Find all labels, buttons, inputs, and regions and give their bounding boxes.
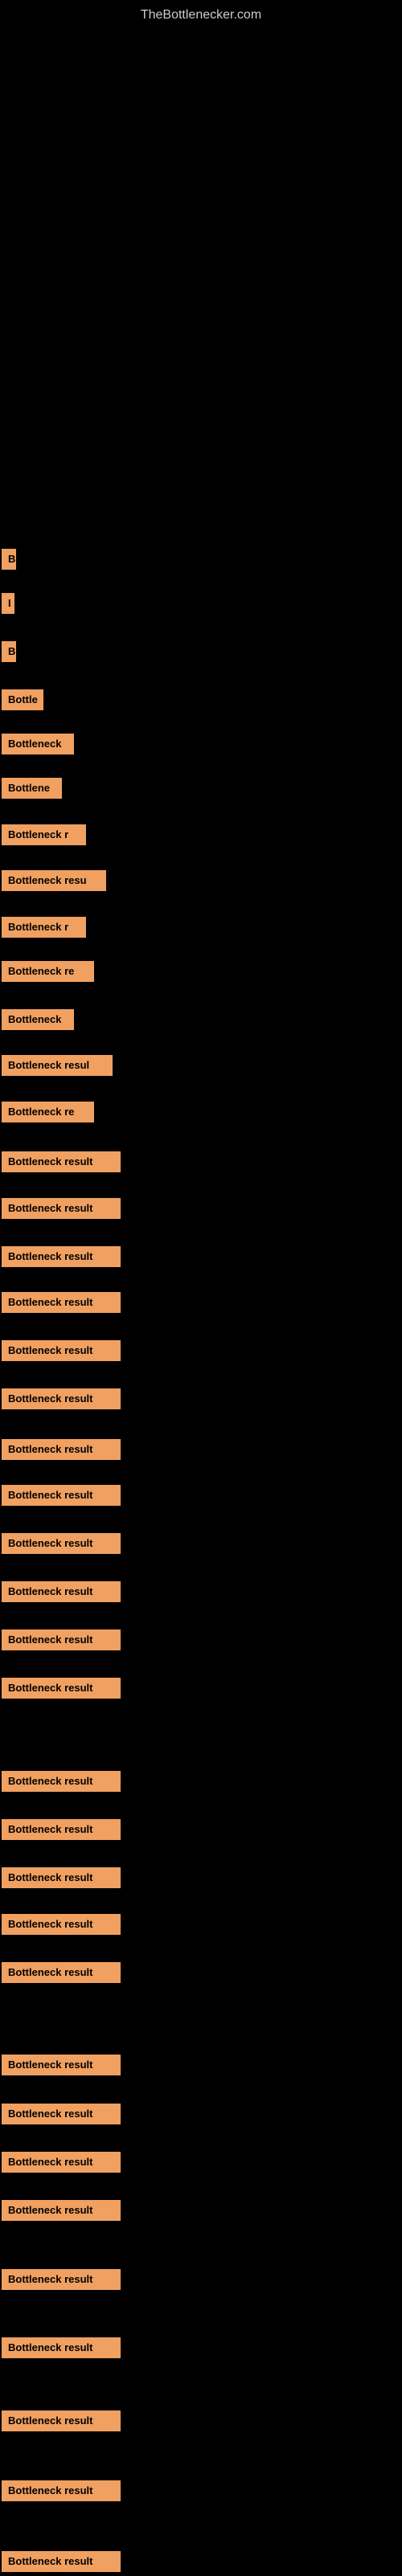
result-bar: Bottleneck r (2, 917, 86, 938)
result-bar-row: Bottleneck (2, 734, 74, 758)
result-bar-row: B (2, 641, 16, 666)
result-bar: Bottleneck result (2, 2055, 121, 2075)
result-bar: I (2, 593, 14, 614)
result-bar: Bottleneck result (2, 1962, 121, 1983)
result-bar-row: I (2, 593, 14, 618)
result-bar-row: Bottleneck resu (2, 870, 106, 895)
result-bar: Bottleneck result (2, 1678, 121, 1699)
result-bar: Bottleneck result (2, 1340, 121, 1361)
result-bar-row: Bottlene (2, 778, 62, 803)
result-bar-row: Bottleneck result (2, 1340, 121, 1365)
result-bar: Bottleneck result (2, 2410, 121, 2431)
result-bar: Bottleneck (2, 1009, 74, 1030)
result-bar: Bottleneck result (2, 1819, 121, 1840)
result-bar: Bottleneck result (2, 2480, 121, 2501)
result-bar-row: Bottleneck re (2, 1102, 94, 1126)
result-bar-row: Bottleneck result (2, 1629, 121, 1654)
result-bar-row: Bottleneck result (2, 1771, 121, 1796)
result-bar-row: Bottleneck result (2, 1292, 121, 1317)
result-bar-row: Bottleneck r (2, 917, 86, 942)
result-bar-row: Bottleneck result (2, 1819, 121, 1844)
result-bar-row: Bottleneck result (2, 2410, 121, 2435)
result-bar: Bottleneck result (2, 2200, 121, 2221)
result-bar-row: Bottleneck result (2, 1198, 121, 1223)
result-bar: Bottleneck result (2, 1151, 121, 1172)
result-bar: Bottleneck result (2, 2269, 121, 2290)
result-bar: Bottleneck resu (2, 870, 106, 891)
result-bar: Bottleneck result (2, 1867, 121, 1888)
result-bar: Bottleneck re (2, 1102, 94, 1122)
result-bar: Bottleneck result (2, 2337, 121, 2358)
result-bar: Bottleneck resul (2, 1055, 113, 1076)
result-bar: Bottleneck result (2, 1246, 121, 1267)
result-bar-row: Bottleneck result (2, 1485, 121, 1510)
result-bar: Bottleneck result (2, 1388, 121, 1409)
result-bar-row: Bottleneck result (2, 2337, 121, 2362)
result-bar: Bottleneck result (2, 1533, 121, 1554)
result-bar-row: B (2, 549, 16, 574)
result-bar: Bottlene (2, 778, 62, 799)
result-bar-row: Bottleneck result (2, 2269, 121, 2294)
result-bar: Bottleneck result (2, 1914, 121, 1935)
result-bar-row: Bottleneck result (2, 1388, 121, 1413)
result-bar-row: Bottleneck result (2, 1914, 121, 1939)
result-bar-row: Bottleneck re (2, 961, 94, 986)
result-bar: Bottleneck result (2, 2104, 121, 2124)
result-bar: Bottleneck result (2, 1485, 121, 1506)
result-bar: B (2, 549, 16, 570)
result-bar-row: Bottleneck result (2, 2200, 121, 2225)
result-bar: Bottleneck result (2, 2551, 121, 2572)
result-bar: B (2, 641, 16, 662)
result-bar-row: Bottleneck result (2, 1678, 121, 1703)
result-bar-row: Bottleneck result (2, 2551, 121, 2576)
result-bar-row: Bottleneck result (2, 2055, 121, 2079)
result-bar: Bottleneck result (2, 2152, 121, 2173)
result-bar-row: Bottleneck result (2, 1439, 121, 1464)
result-bar-row: Bottleneck r (2, 824, 86, 849)
result-bar: Bottleneck (2, 734, 74, 754)
result-bar-row: Bottleneck resul (2, 1055, 113, 1080)
result-bar: Bottle (2, 689, 43, 710)
result-bar-row: Bottleneck result (2, 1867, 121, 1892)
result-bar-row: Bottleneck result (2, 2104, 121, 2128)
result-bar-row: Bottleneck result (2, 1581, 121, 1606)
result-bar-row: Bottle (2, 689, 43, 714)
result-bar-row: Bottleneck result (2, 1533, 121, 1558)
result-bar: Bottleneck r (2, 824, 86, 845)
result-bar-row: Bottleneck result (2, 2152, 121, 2177)
result-bar: Bottleneck result (2, 1581, 121, 1602)
result-bar-row: Bottleneck (2, 1009, 74, 1034)
result-bar: Bottleneck result (2, 1629, 121, 1650)
result-bar: Bottleneck result (2, 1198, 121, 1219)
result-bar: Bottleneck result (2, 1771, 121, 1792)
result-bar: Bottleneck result (2, 1292, 121, 1313)
result-bar-row: Bottleneck result (2, 1151, 121, 1176)
result-bar: Bottleneck result (2, 1439, 121, 1460)
result-bar-row: Bottleneck result (2, 2480, 121, 2505)
result-bar-row: Bottleneck result (2, 1962, 121, 1987)
result-bar-row: Bottleneck result (2, 1246, 121, 1271)
result-bar: Bottleneck re (2, 961, 94, 982)
site-title: TheBottlenecker.com (0, 0, 402, 31)
